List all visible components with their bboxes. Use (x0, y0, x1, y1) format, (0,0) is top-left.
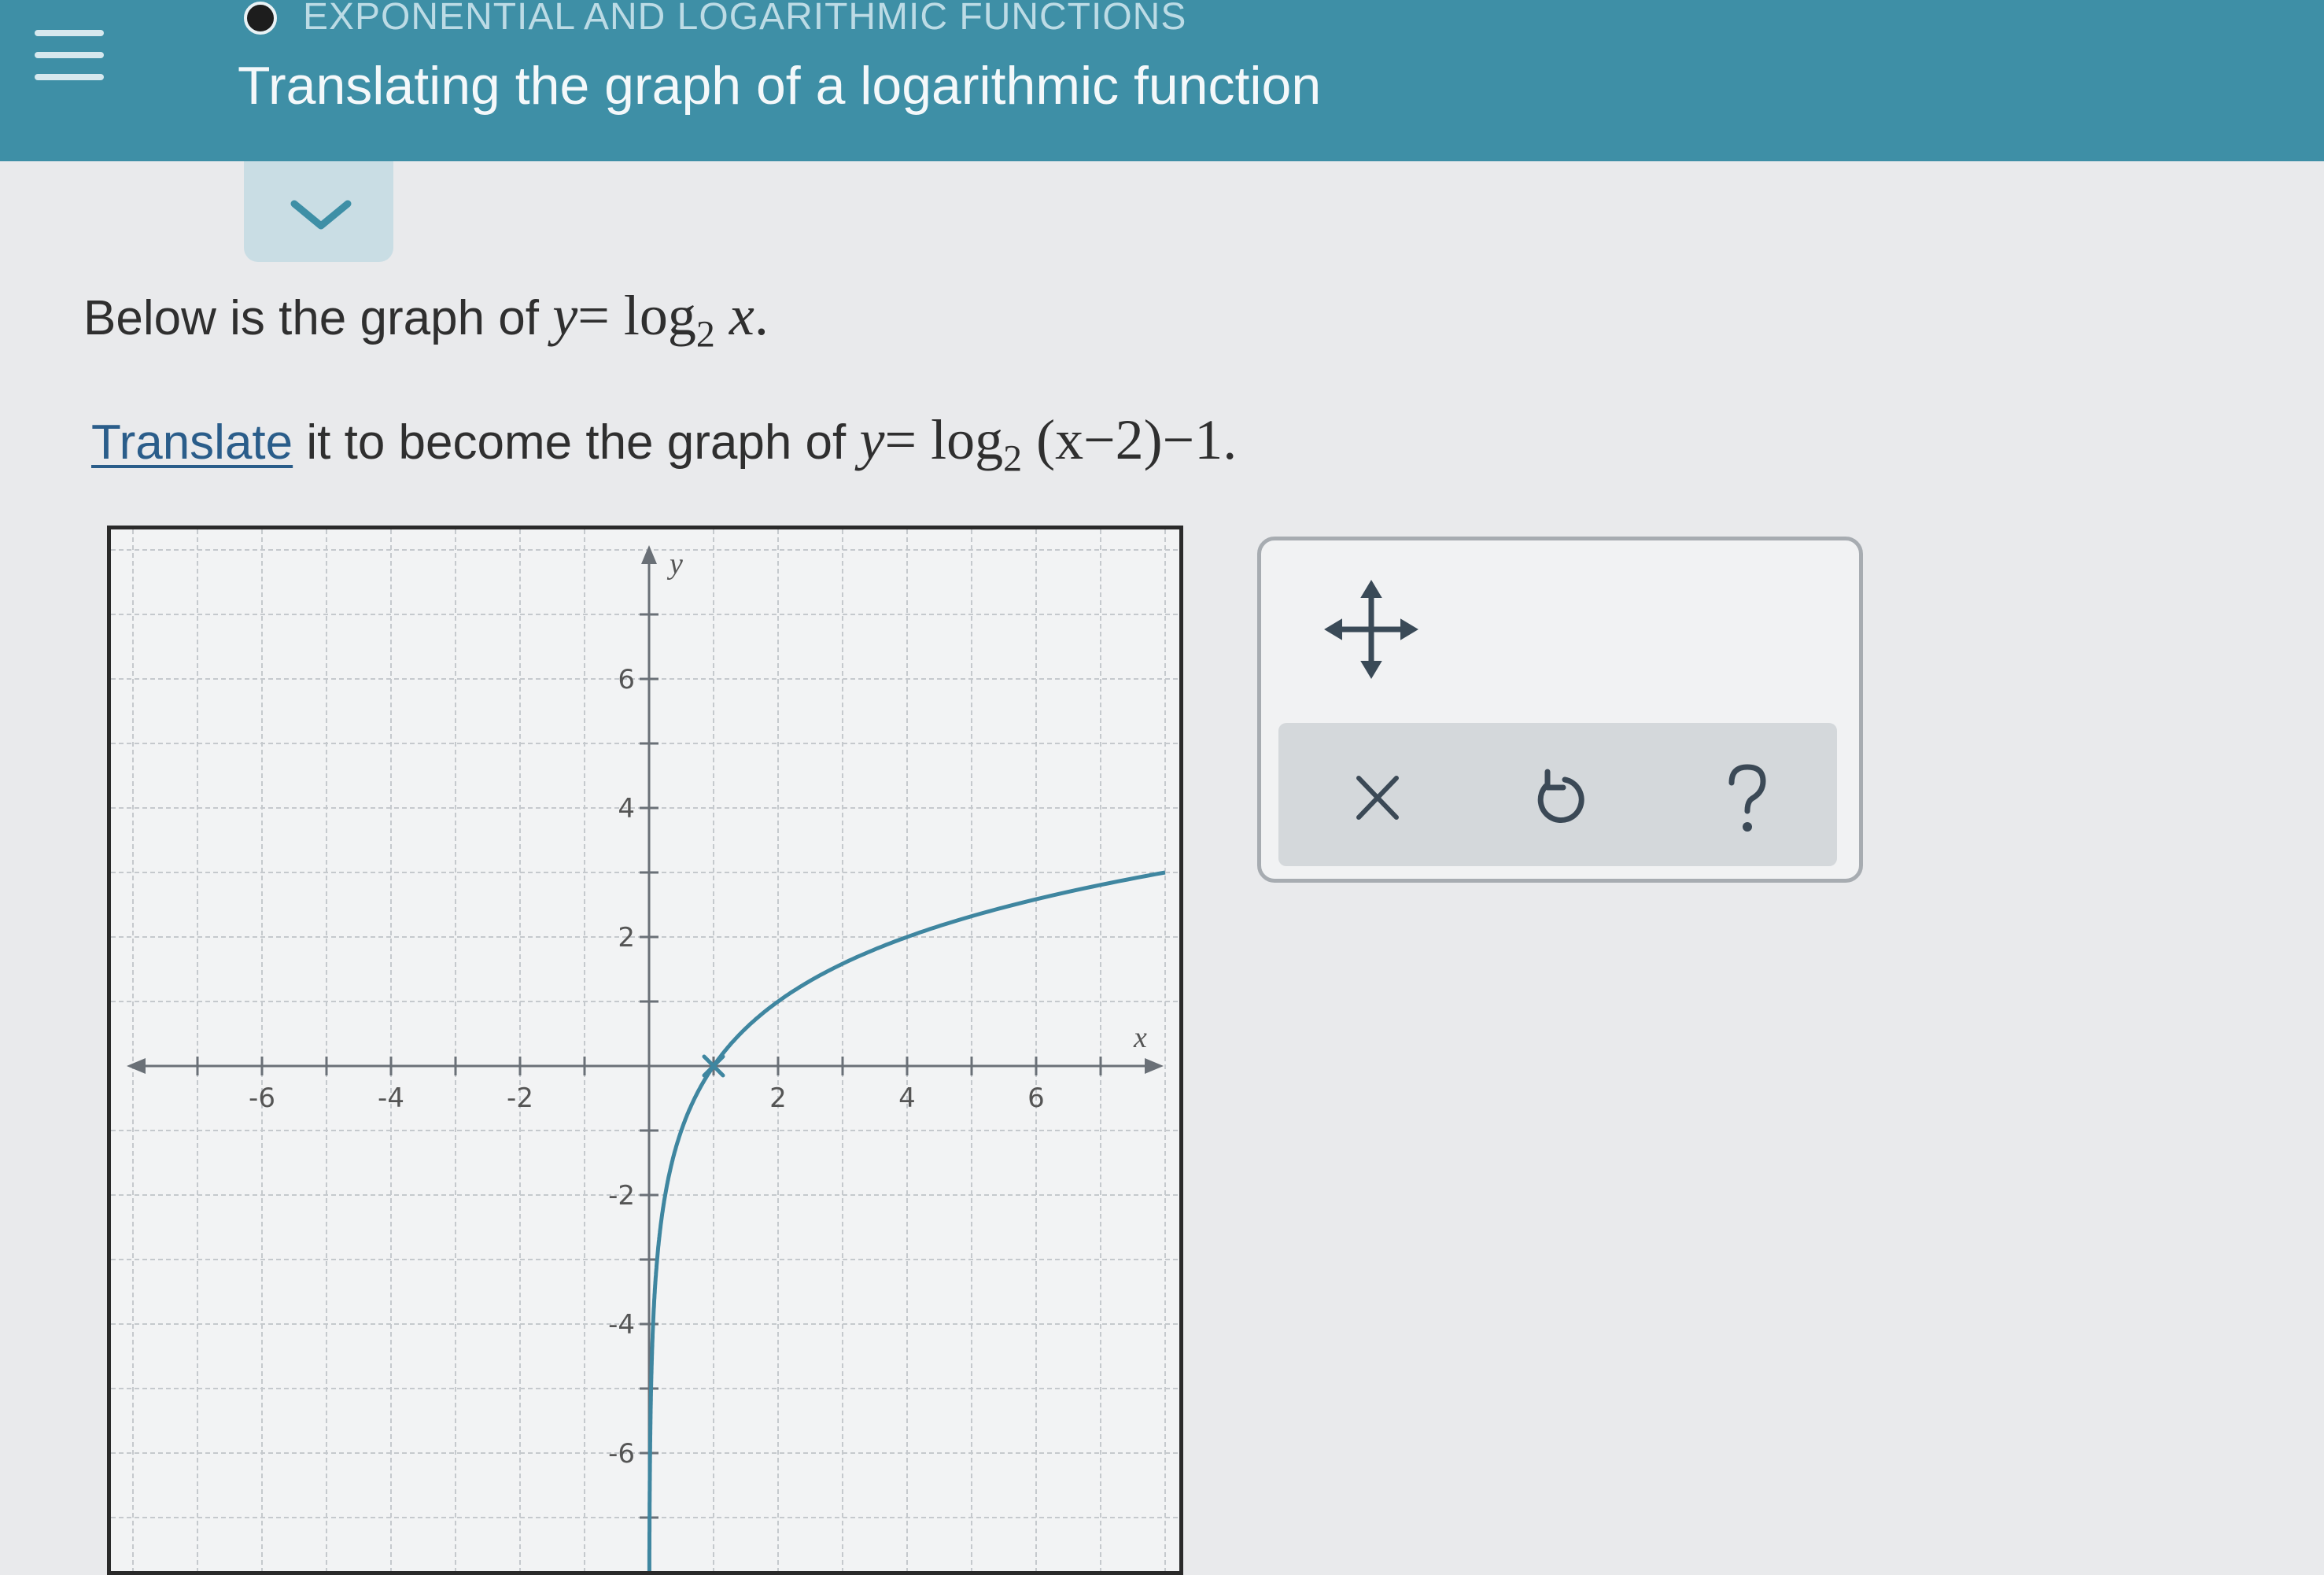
menu-icon[interactable] (35, 22, 105, 85)
help-icon (1728, 764, 1766, 832)
coordinate-plane[interactable]: -6 -4 -2 2 4 6 6 4 2 -2 -4 -6 x y (111, 529, 1179, 1571)
y-tick-label: -2 (608, 1180, 635, 1212)
y-axis-arrow-up (641, 545, 657, 564)
collapse-toggle-button[interactable] (244, 161, 393, 262)
x-tick-label: 2 (769, 1083, 787, 1114)
help-button[interactable] (1703, 754, 1790, 841)
graph-area[interactable]: -6 -4 -2 2 4 6 6 4 2 -2 -4 -6 x y (107, 526, 1183, 1575)
x-axis-arrow-right (1145, 1058, 1164, 1074)
grid-lines (111, 529, 1179, 1571)
header-bar: EXPONENTIAL AND LOGARITHMIC FUNCTIONS Tr… (0, 0, 2324, 161)
prompt-line-2: Translate it to become the graph of y= l… (91, 408, 1237, 480)
undo-button[interactable] (1514, 754, 1601, 841)
x-tick-label: -6 (249, 1083, 275, 1114)
close-icon (1356, 776, 1399, 820)
translate-link[interactable]: Translate (91, 415, 293, 470)
prompt-text: it to become the graph of (293, 415, 847, 470)
graph-tools-panel (1257, 537, 1863, 883)
x-axis-label: x (1133, 1021, 1147, 1054)
topic-progress-dot (244, 2, 277, 35)
y-tick-label: 6 (618, 664, 635, 695)
chevron-down-icon (290, 200, 352, 230)
y-axis-label: y (666, 548, 683, 581)
prompt-text: Below is the graph of (83, 291, 540, 345)
x-axis-arrow-left (127, 1058, 146, 1074)
page-title: Translating the graph of a logarithmic f… (238, 56, 1322, 116)
topic-label: EXPONENTIAL AND LOGARITHMIC FUNCTIONS (303, 0, 1187, 38)
x-tick-label: -4 (378, 1083, 404, 1114)
move-tool-button[interactable] (1324, 578, 1418, 681)
move-arrows-icon (1324, 580, 1418, 679)
x-tick-label: 4 (898, 1083, 916, 1114)
x-tick-label: 6 (1027, 1083, 1045, 1114)
y-tick-label: -4 (608, 1309, 635, 1341)
prompt-line-1: Below is the graph of y= log2 x. (83, 283, 769, 356)
y-tick-label: -6 (608, 1438, 635, 1470)
equation-target: y= log2 (x−2)−1. (859, 408, 1238, 480)
y-tick-label: 4 (618, 793, 635, 824)
y-tick-label: 2 (618, 922, 635, 953)
equation-original: y= log2 x. (552, 284, 769, 356)
action-bar (1278, 723, 1837, 866)
undo-icon (1537, 769, 1584, 823)
x-tick-label: -2 (507, 1083, 533, 1114)
axes (127, 545, 1164, 1563)
clear-button[interactable] (1334, 754, 1420, 841)
